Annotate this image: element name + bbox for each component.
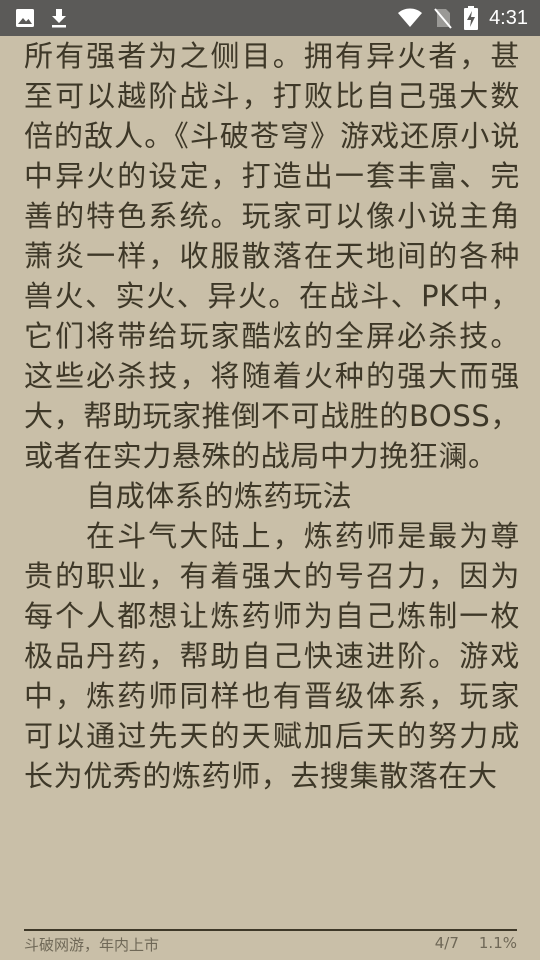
status-right-icons: 4:31 bbox=[397, 6, 528, 30]
paragraph: 所有强者为之侧目。拥有异火者，甚至可以越阶战斗，打败比自己强大数倍的敌人。《斗破… bbox=[24, 39, 520, 473]
progress-percent: 1.1% bbox=[478, 934, 517, 952]
download-icon bbox=[48, 7, 70, 29]
no-sim-icon bbox=[433, 7, 453, 29]
status-left-icons bbox=[14, 6, 70, 30]
page-indicator: 4/7 bbox=[434, 934, 459, 952]
reader-footer: 斗破网游，年内上市 4/7 1.1% bbox=[24, 934, 517, 956]
reading-position: 4/7 1.1% bbox=[435, 934, 517, 952]
status-bar: 4:31 bbox=[0, 0, 540, 36]
wifi-icon bbox=[397, 7, 423, 29]
section-heading: 自成体系的炼药玩法 bbox=[86, 479, 353, 513]
image-icon bbox=[14, 7, 36, 29]
chapter-title: 斗破网游，年内上市 bbox=[24, 936, 160, 954]
footer-divider bbox=[24, 929, 517, 931]
reader-content[interactable]: 所有强者为之侧目。拥有异火者，甚至可以越阶战斗，打败比自己强大数倍的敌人。《斗破… bbox=[24, 36, 520, 928]
paragraph: 在斗气大陆上，炼药师是最为尊贵的职业，有着强大的号召力，因为每个人都想让炼药师为… bbox=[24, 519, 520, 793]
battery-charging-icon bbox=[463, 6, 479, 30]
status-time: 4:31 bbox=[489, 6, 528, 29]
